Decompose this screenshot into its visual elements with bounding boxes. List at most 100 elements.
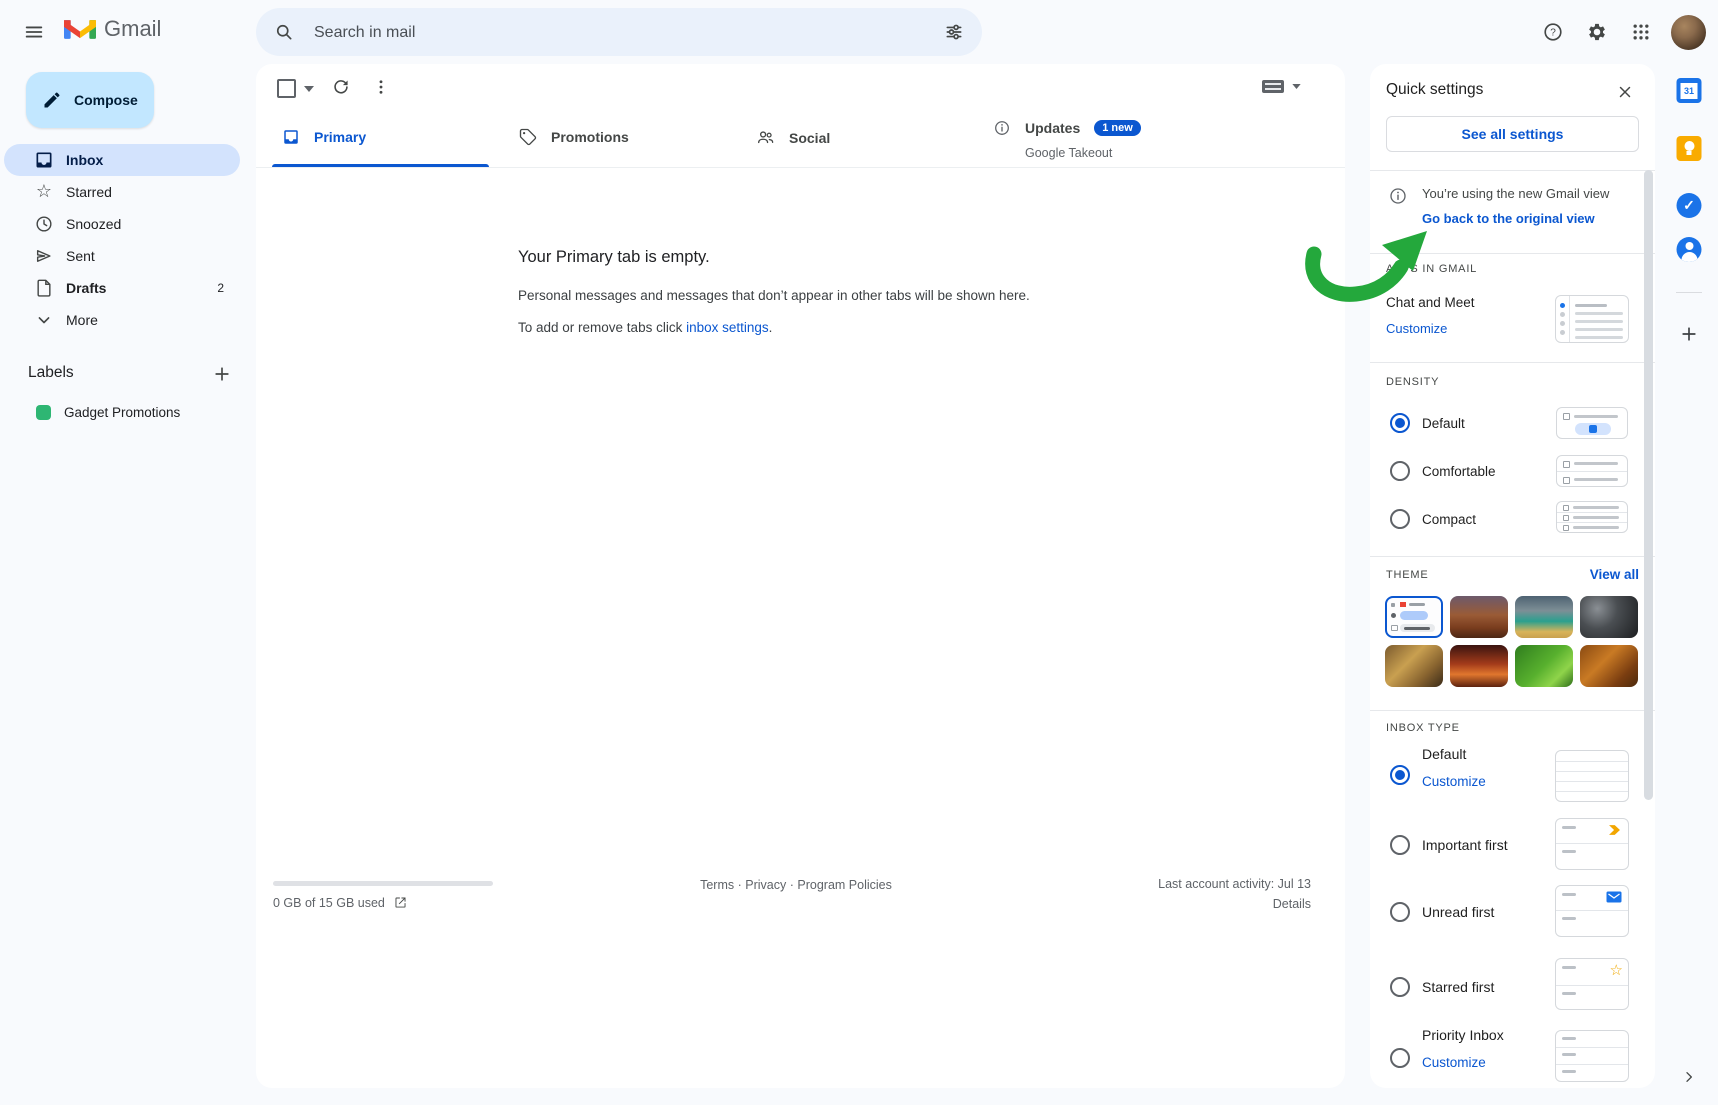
density-comfortable-radio[interactable] (1390, 461, 1410, 481)
contacts-icon (1677, 237, 1702, 262)
sidebar-item-starred[interactable]: ☆ Starred (4, 176, 240, 208)
divider (1370, 556, 1655, 557)
tag-icon (519, 128, 537, 146)
close-quick-settings-button[interactable] (1605, 72, 1645, 112)
inbox-type-priority-inbox-label: Priority Inbox (1422, 1027, 1504, 1043)
inbox-type-default-customize-link[interactable]: Customize (1422, 774, 1486, 789)
settings-button[interactable] (1577, 12, 1617, 52)
labels-header: Labels (28, 364, 74, 382)
main-menu-button[interactable] (14, 12, 54, 52)
help-button[interactable]: ? (1533, 12, 1573, 52)
density-compact-radio[interactable] (1390, 509, 1410, 529)
new-count-badge: 1 new (1094, 120, 1141, 136)
tab-social[interactable]: Social (736, 106, 973, 167)
density-compact-thumbnail (1556, 501, 1628, 533)
inbox-type-default-label: Default (1422, 746, 1466, 762)
select-dropdown-caret[interactable] (304, 86, 314, 92)
search-button[interactable] (264, 12, 304, 52)
inbox-type-default-radio[interactable] (1390, 765, 1410, 785)
google-tasks-button[interactable]: ✓ (1677, 193, 1702, 218)
chevron-right-icon (1681, 1069, 1697, 1085)
create-label-button[interactable] (204, 356, 240, 392)
top-bar: Gmail ? (0, 0, 1718, 64)
sidebar-item-drafts[interactable]: Drafts 2 (4, 272, 240, 304)
compose-button[interactable]: Compose (26, 72, 154, 128)
mail-list-card: Primary Promotions Social Updates 1 new … (256, 64, 1345, 1088)
select-all-checkbox[interactable] (277, 79, 296, 98)
details-link[interactable]: Details (1273, 897, 1311, 911)
privacy-link[interactable]: Privacy (745, 878, 786, 892)
tune-icon (944, 22, 964, 42)
theme-thumbnail-green-leaf[interactable] (1515, 645, 1573, 687)
keyboard-icon (1262, 80, 1284, 93)
send-icon (34, 246, 54, 266)
inbox-tabs: Primary Promotions Social Updates 1 new … (256, 106, 1345, 168)
open-in-new-icon[interactable] (393, 895, 408, 910)
density-comfortable-label: Comfortable (1422, 464, 1496, 479)
tab-updates[interactable]: Updates 1 new Google Takeout (973, 106, 1210, 167)
tasks-icon: ✓ (1677, 193, 1702, 218)
google-calendar-button[interactable]: 31 (1677, 78, 1702, 103)
theme-thumbnail-dark-spheres[interactable] (1580, 596, 1638, 638)
google-apps-button[interactable] (1621, 12, 1661, 52)
quick-settings-panel: Quick settings See all settings You’re u… (1370, 64, 1655, 1088)
see-all-settings-button[interactable]: See all settings (1386, 116, 1639, 152)
info-icon (1388, 186, 1408, 206)
theme-thumbnail-default-gmail[interactable] (1385, 596, 1443, 638)
apps-in-gmail-heading: APPS IN GMAIL (1386, 263, 1477, 275)
go-back-original-view-link[interactable]: Go back to the original view (1422, 211, 1595, 226)
sidebar-item-snoozed[interactable]: Snoozed (4, 208, 240, 240)
sidebar-item-inbox[interactable]: Inbox (4, 144, 240, 176)
more-options-button[interactable] (361, 67, 401, 107)
left-sidebar: Compose Inbox ☆ Starred Snoozed Sent Dra… (0, 64, 256, 1105)
calendar-icon: 31 (1677, 78, 1702, 103)
label-color-swatch (36, 405, 51, 420)
theme-heading: THEME (1386, 569, 1429, 581)
tab-primary[interactable]: Primary (262, 106, 499, 167)
input-tools-caret (1292, 84, 1301, 89)
density-default-radio[interactable] (1390, 413, 1410, 433)
sidebar-item-sent[interactable]: Sent (4, 240, 240, 272)
input-tools-button[interactable] (1262, 80, 1301, 93)
show-side-panel-button[interactable] (1669, 1057, 1709, 1097)
star-outline-icon: ☆ (1610, 961, 1623, 979)
chat-meet-customize-link[interactable]: Customize (1386, 321, 1447, 336)
google-contacts-button[interactable] (1677, 237, 1702, 262)
inbox-type-important-first-radio[interactable] (1390, 835, 1410, 855)
inbox-type-starred-first-radio[interactable] (1390, 977, 1410, 997)
gmail-wordmark: Gmail (104, 16, 161, 42)
account-avatar[interactable] (1671, 15, 1706, 50)
theme-thumbnail-chess[interactable] (1385, 645, 1443, 687)
theme-thumbnail-sunset-canyon[interactable] (1450, 645, 1508, 687)
theme-thumbnail-canyon-river[interactable] (1450, 596, 1508, 638)
theme-thumbnail-beach[interactable] (1515, 596, 1573, 638)
search-input[interactable] (312, 8, 916, 58)
program-policies-link[interactable]: Program Policies (797, 878, 891, 892)
tab-promotions[interactable]: Promotions (499, 106, 736, 167)
gmail-logo[interactable]: Gmail (64, 16, 161, 42)
theme-thumbnail-autumn-leaves[interactable] (1580, 645, 1638, 687)
inbox-type-important-first-thumbnail (1555, 818, 1629, 870)
empty-state-title: Your Primary tab is empty. (518, 248, 710, 267)
chat-meet-thumbnail (1555, 295, 1629, 343)
drafts-count: 2 (217, 281, 224, 295)
inbox-type-default-thumbnail (1555, 750, 1629, 802)
search-options-button[interactable] (934, 12, 974, 52)
label-item-gadget-promotions[interactable]: Gadget Promotions (0, 396, 240, 428)
inbox-type-priority-customize-link[interactable]: Customize (1422, 1055, 1486, 1070)
importance-marker-icon (1607, 824, 1622, 836)
terms-link[interactable]: Terms (700, 878, 734, 892)
sidebar-item-more[interactable]: More (4, 304, 240, 336)
theme-view-all-link[interactable]: View all (1590, 567, 1639, 582)
search-bar[interactable] (256, 8, 982, 56)
google-keep-button[interactable] (1677, 136, 1702, 161)
storage-progress-bar (273, 881, 493, 886)
inbox-settings-link[interactable]: inbox settings (686, 320, 769, 335)
storage-label: 0 GB of 15 GB used (273, 896, 385, 910)
inbox-type-unread-first-radio[interactable] (1390, 902, 1410, 922)
inbox-type-unread-first-thumbnail (1555, 885, 1629, 937)
refresh-button[interactable] (321, 67, 361, 107)
inbox-type-priority-inbox-radio[interactable] (1390, 1048, 1410, 1068)
panel-scrollbar[interactable] (1644, 170, 1653, 800)
get-add-ons-button[interactable] (1669, 314, 1709, 354)
